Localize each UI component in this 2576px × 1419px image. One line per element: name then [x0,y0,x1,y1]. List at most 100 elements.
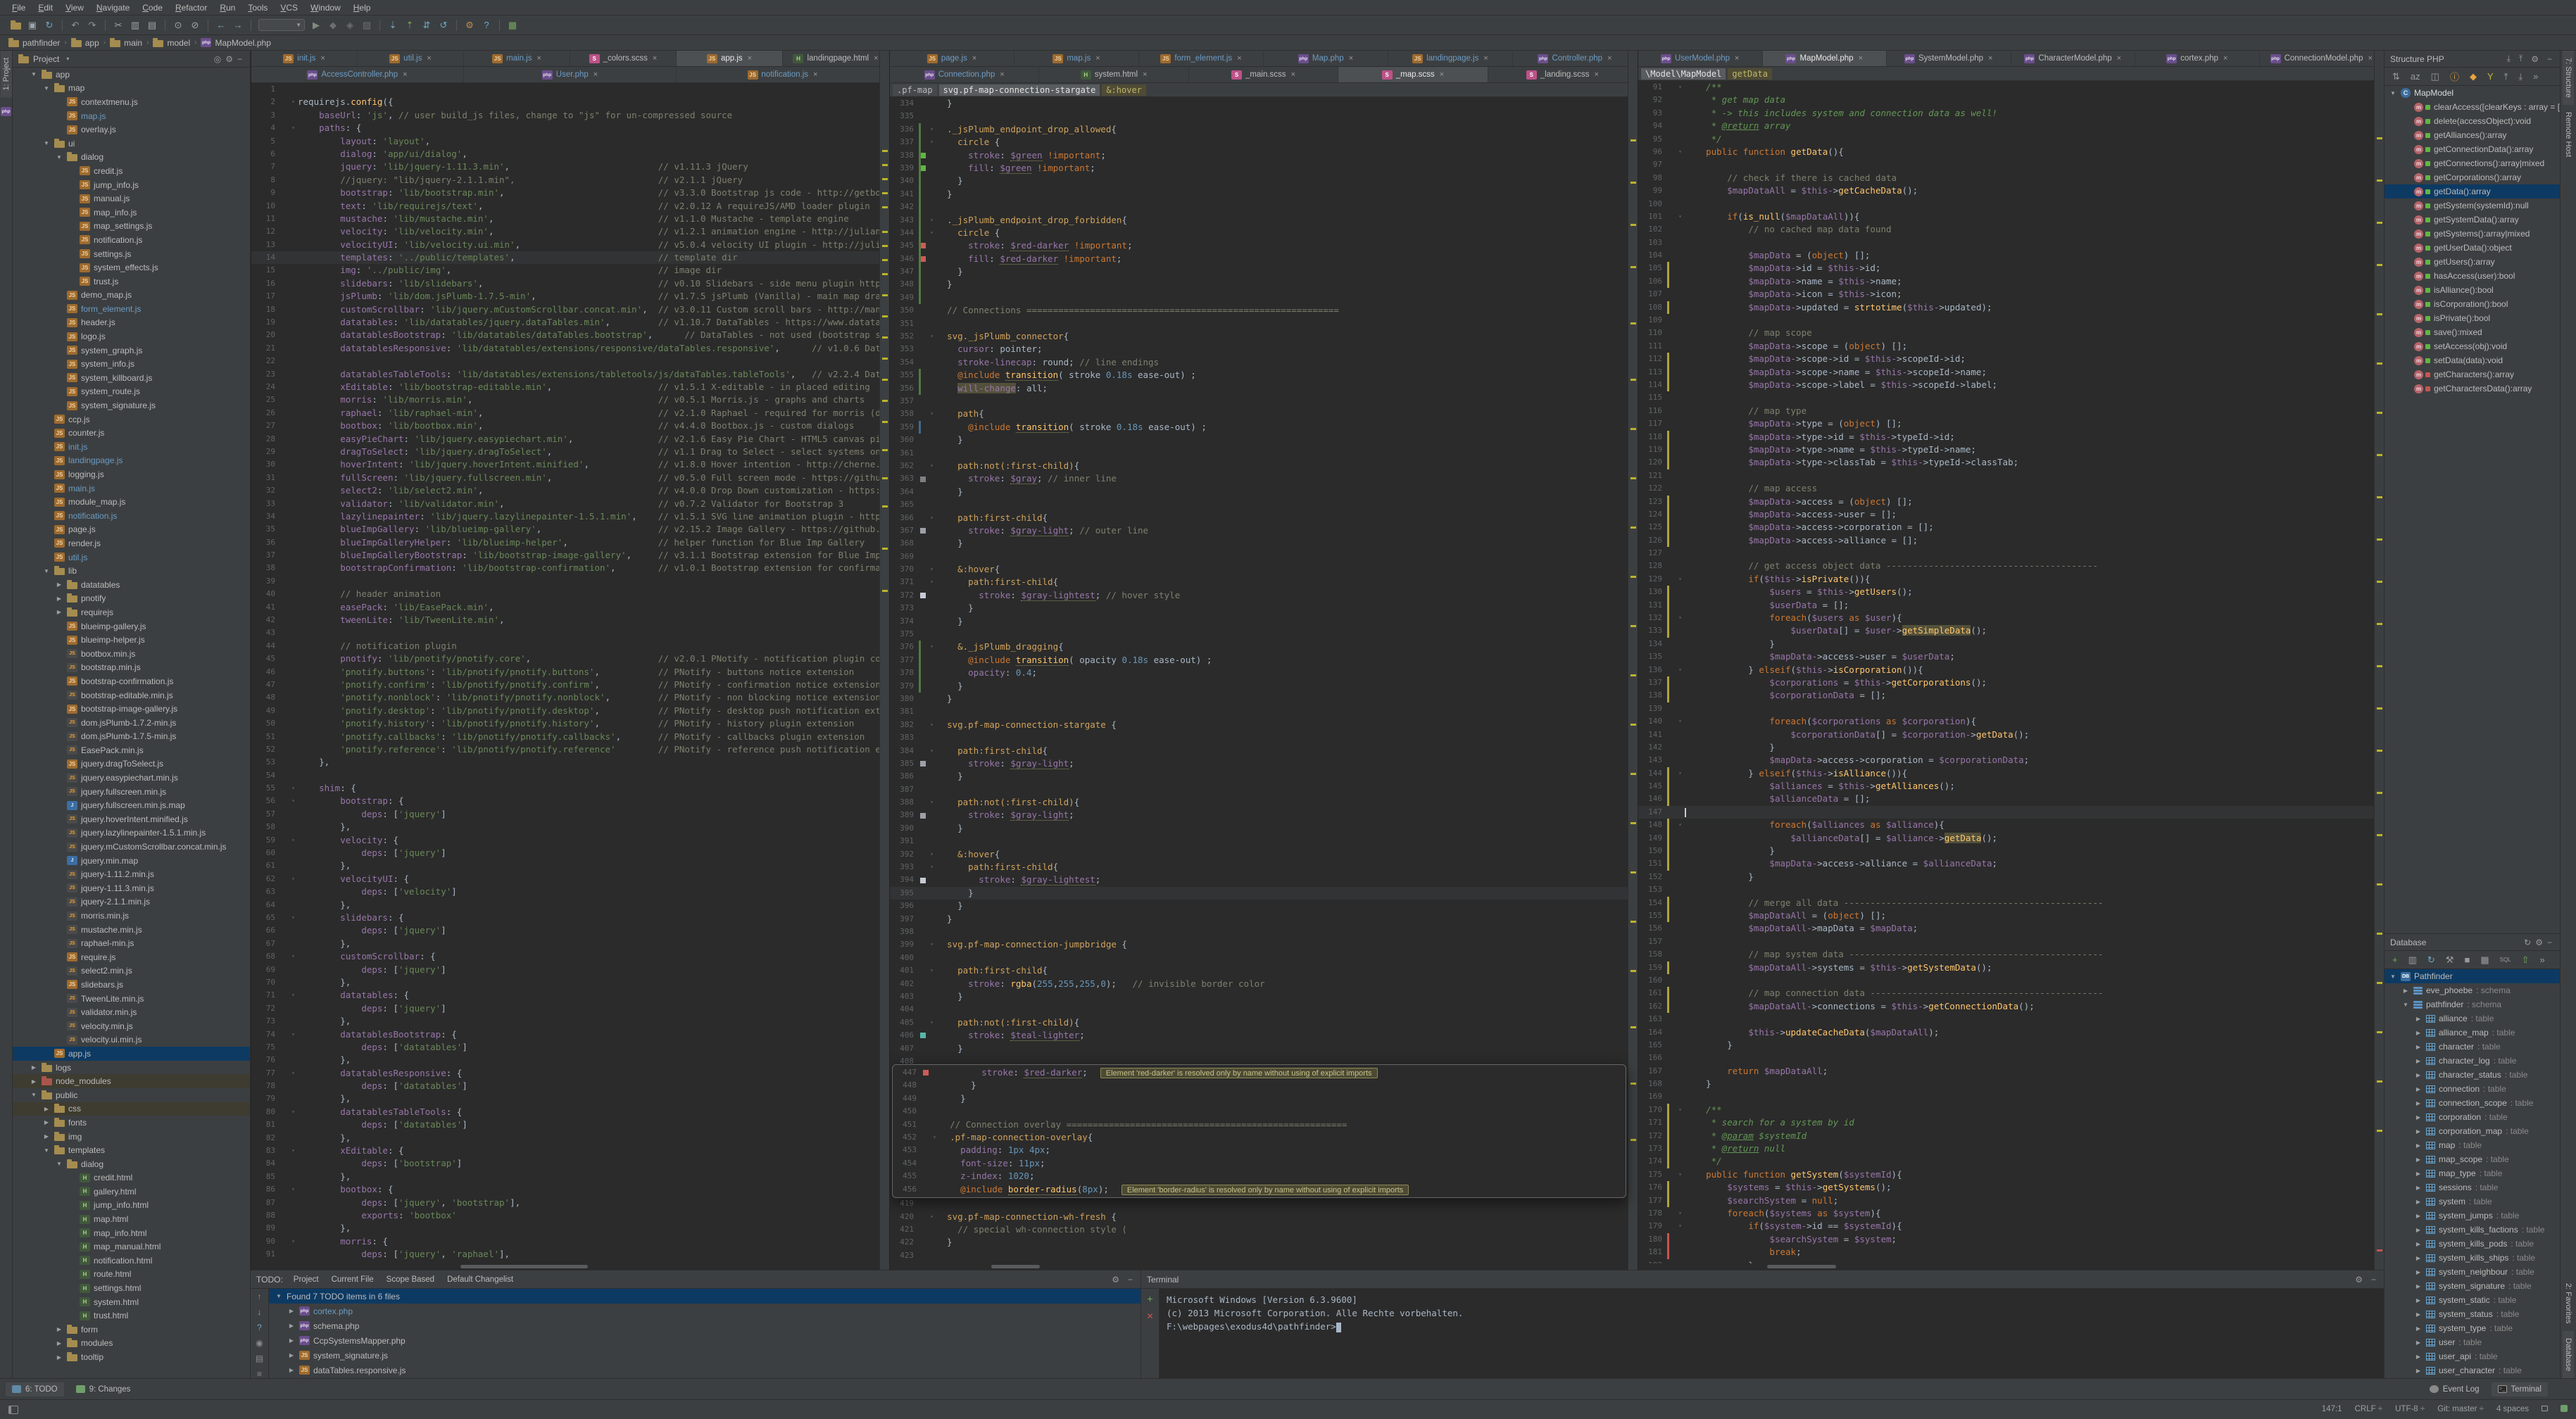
gear-icon[interactable]: ⚙ [2353,1275,2365,1285]
context-segment[interactable]: &:hover [1102,84,1146,96]
code-line-360[interactable]: 360 } [890,434,1628,446]
code-line-38[interactable]: 38 bootstrapConfirmation: 'lib/bootstrap… [251,562,879,574]
run-icon[interactable]: ▶ [308,18,325,33]
code-line-15[interactable]: 15 img: '../public/img', // image dir [251,264,879,277]
fold-marker[interactable]: ▾ [1676,1168,1685,1181]
project-item-map_manual.html[interactable]: Hmap_manual.html [13,1240,250,1254]
database-item-map_scope[interactable]: ▶map_scope: table [2385,1152,2560,1166]
code-line-338[interactable]: 338 stroke: $green !important; [890,149,1628,162]
code-line-148[interactable]: 148▾ foreach($alliances as $alliance){ [1638,819,2374,831]
project-item-dialog[interactable]: ▼dialog [13,151,250,165]
database-item-system_status[interactable]: ▶system_status: table [2385,1307,2560,1321]
fold-marker[interactable]: ▾ [1676,1220,1685,1232]
code-line-9[interactable]: 9 bootstrap: 'lib/bootstrap.min', // v3.… [251,187,879,199]
hide-icon[interactable]: − [1126,1275,1135,1285]
code-line-52[interactable]: 52 'pnotify.reference': 'lib/pnotify/pno… [251,743,879,756]
code-line-17[interactable]: 17 jsPlumb: 'lib/dom.jsPlumb-1.7.5-min',… [251,290,879,303]
tool-window-button-terminal[interactable]: >_Terminal [2492,1382,2548,1396]
code-line-158[interactable]: 158 // map system data -----------------… [1638,948,2374,961]
tree-toggle-icon[interactable]: ▶ [2414,1156,2423,1163]
structure-method-getdata[interactable]: mgetData():array [2385,184,2560,198]
collapse-all-icon[interactable]: ⤒ [2517,53,2525,64]
tree-toggle-icon[interactable]: ▶ [2414,1297,2423,1304]
code-line-393[interactable]: 393▾ path:first-child{ [890,861,1628,874]
code-line-135[interactable]: 135 $mapData->access->user = $userData; [1638,650,2374,663]
code-line-37[interactable]: 37 blueImpGalleryBootstrap: 'lib/bootstr… [251,549,879,562]
code-line-110[interactable]: 110 // map scope [1638,327,2374,339]
php-icon[interactable]: php [1,107,11,116]
project-item-app.js[interactable]: JSapp.js [13,1047,250,1061]
tree-toggle-icon[interactable]: ▶ [55,1354,63,1361]
database-item-system_jumps[interactable]: ▶system_jumps: table [2385,1209,2560,1223]
code-line-121[interactable]: 121 [1638,469,2374,482]
code-line-98[interactable]: 98 // check if there is cached data [1638,172,2374,184]
code-line-92[interactable]: 92 * get map data [1638,94,2374,106]
database-item-map_type[interactable]: ▶map_type: table [2385,1166,2560,1180]
code-line-29[interactable]: 29 dragToSelect: 'lib/jquery.dragToSelec… [251,446,879,458]
code-line-169[interactable]: 169 [1638,1090,2374,1103]
project-item-ui[interactable]: ▼ui [13,137,250,151]
code-line-105[interactable]: 105 $mapData->id = $this->id; [1638,262,2374,275]
tool-window-button-event-log[interactable]: Event Log [2423,1382,2486,1396]
close-tab-icon[interactable]: × [1095,54,1100,63]
hide-icon[interactable]: − [2369,1275,2378,1285]
code-line-145[interactable]: 145 $alliances = $this->getAlliances(); [1638,780,2374,793]
code-line-80[interactable]: 80▾ datatablesTableTools: { [251,1106,879,1118]
tree-toggle-icon[interactable]: ▶ [2414,1227,2423,1233]
vcs-update-icon[interactable]: ⇣ [384,18,401,33]
fold-marker[interactable]: ▾ [927,460,936,472]
close-tab-icon[interactable]: × [874,54,878,63]
structure-method-getcorporations[interactable]: mgetCorporations():array [2385,170,2560,184]
project-item-blueimp-helper.js[interactable]: JSblueimp-helper.js [13,633,250,647]
fold-marker[interactable]: ▾ [927,641,936,653]
database-toolbar-icon-sql[interactable]: SQL [2498,957,2513,963]
project-item-credit.js[interactable]: JScredit.js [13,164,250,178]
code-line-72[interactable]: 72 deps: ['jquery'] [251,1002,879,1015]
find-icon[interactable]: ⊙ [170,18,187,33]
code-line-3[interactable]: 3 baseUrl: 'js', // user build_js files,… [251,109,879,122]
project-item-map_info.js[interactable]: JSmap_info.js [13,206,250,220]
code-line-367[interactable]: 367 stroke: $gray-light; // outer line [890,524,1628,537]
close-tab-icon[interactable]: × [1988,54,1992,63]
error-stripe[interactable] [2374,51,2384,1270]
menu-file[interactable]: File [6,1,32,14]
tree-toggle-icon[interactable]: ▶ [2414,1058,2423,1064]
code-line-137[interactable]: 137 $corporations = $this->getCorporatio… [1638,676,2374,689]
horizontal-scrollbar[interactable] [1685,1264,2373,1269]
tool-stripe-2-favorites[interactable]: 2: Favorites [2563,1276,2574,1330]
structure-method-getconnections[interactable]: mgetConnections():array|mixed [2385,156,2560,170]
structure-toolbar-icon--[interactable]: ⤒ [2502,71,2511,82]
code-line-147[interactable]: 147 [1638,806,2374,819]
structure-toolbar-icon--[interactable]: ⇅ [2390,71,2402,82]
project-item-velocity.ui.min.js[interactable]: JSvelocity.ui.min.js [13,1033,250,1047]
code-line-35[interactable]: 35 blueImpGallery: 'lib/blueimp-gallery'… [251,523,879,536]
todo-toolbar-icon[interactable]: ≡ [255,1369,264,1379]
project-item-dialog[interactable]: ▼dialog [13,1157,250,1171]
code-line-365[interactable]: 365 [890,498,1628,511]
code-line-63[interactable]: 63 deps: ['velocity'] [251,885,879,898]
project-item-init.js[interactable]: JSinit.js [13,440,250,454]
code-line-180[interactable]: 180 $searchSystem = $system; [1638,1233,2374,1246]
code-line-87[interactable]: 87 deps: ['jquery', 'bootstrap'], [251,1197,879,1209]
context-segment[interactable]: getData [1728,68,1772,80]
debug-icon[interactable]: ◆ [325,18,341,33]
close-tab-icon[interactable]: × [1237,54,1241,63]
code-line-51[interactable]: 51 'pnotify.callbacks': 'lib/pnotify/pno… [251,731,879,743]
tree-toggle-icon[interactable]: ▶ [2414,1142,2423,1149]
undo-icon[interactable]: ↶ [67,18,84,33]
tool-stripe-7-structure[interactable]: 7: Structure [2563,51,2574,105]
code-line-11[interactable]: 11 mustache: 'lib/mustache.min', // v1.1… [251,213,879,225]
code-line-10[interactable]: 10 text: 'lib/requirejs/text', // v2.0.1… [251,200,879,213]
fold-marker[interactable]: ▾ [1676,210,1685,223]
code-line-374[interactable]: 374 } [890,615,1628,628]
project-item-manual.js[interactable]: JSmanual.js [13,191,250,206]
code-line-168[interactable]: 168 } [1638,1078,2374,1090]
project-item-lib[interactable]: ▼lib [13,564,250,578]
todo-toolbar-icon[interactable]: ↓ [256,1307,264,1317]
database-item-sessions[interactable]: ▶sessions: table [2385,1180,2560,1194]
structure-method-getusers[interactable]: mgetUsers():array [2385,255,2560,269]
open-icon[interactable] [7,18,24,33]
code-line-74[interactable]: 74▾ datatablesBootstrap: { [251,1028,879,1041]
tree-toggle-icon[interactable]: ▼ [30,1092,38,1098]
help-icon[interactable]: ? [478,18,495,33]
